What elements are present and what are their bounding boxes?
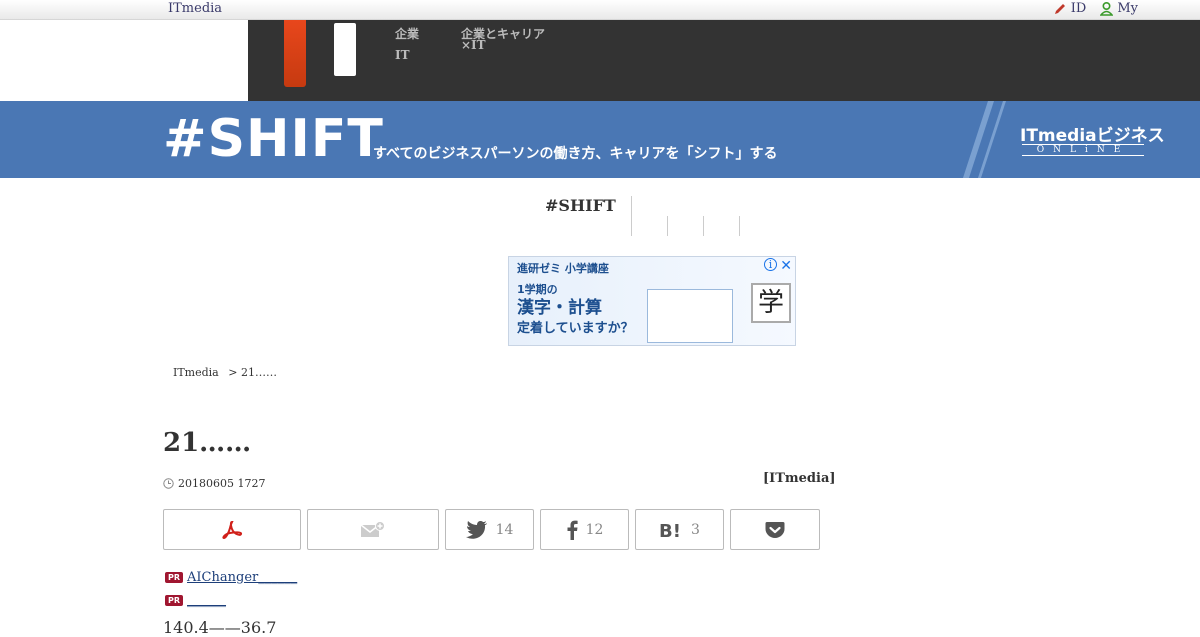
- online-label: ONLiNE: [1022, 144, 1144, 156]
- pr-badge: PR: [165, 572, 184, 583]
- my-link[interactable]: My: [1100, 1, 1138, 16]
- twitter-count: 14: [495, 521, 514, 538]
- article-author: [ITmedia]: [763, 471, 836, 486]
- header-logo-area: [0, 20, 248, 101]
- nav-enterprise-it[interactable]: 企業 IT: [395, 26, 419, 63]
- shift-logo: #SHIFT: [163, 109, 384, 169]
- mail-plus-icon: [360, 520, 385, 537]
- hatena-count: 3: [691, 521, 700, 538]
- ad-line-2: 漢字・計算: [517, 298, 602, 318]
- ad-close-icon[interactable]: ✕: [780, 258, 792, 274]
- pdf-button[interactable]: [163, 509, 301, 550]
- breadcrumb-home[interactable]: ITmedia: [173, 366, 219, 379]
- nav-career-it[interactable]: 企業とキャリア ×IT: [461, 26, 545, 53]
- facebook-icon: [567, 520, 578, 540]
- subnav-title[interactable]: #SHIFT: [545, 196, 616, 215]
- breadcrumb-current: 21……: [240, 366, 277, 379]
- subnav-divider: [667, 216, 668, 236]
- ad-header: 進研ゼミ 小学講座: [517, 262, 609, 275]
- user-icon: [1100, 1, 1114, 16]
- site-header: [248, 20, 1200, 101]
- shift-tagline: すべてのビジネスパーソンの働き方、キャリアを「シフト」する: [373, 146, 778, 162]
- my-label: My: [1117, 1, 1138, 16]
- ad-info-icon[interactable]: i: [764, 258, 777, 271]
- pr-link-text[interactable]: AIChanger______: [187, 570, 297, 585]
- pr-link[interactable]: PR AIChanger______: [165, 570, 297, 585]
- itmedia-business-logo: ITmediaビジネス: [1020, 126, 1165, 146]
- svg-text:B!: B!: [659, 521, 681, 539]
- ad-body: 1学期の 漢字・計算 定着していますか？: [517, 283, 634, 339]
- pr-badge: PR: [165, 595, 184, 606]
- article-title: 21……: [163, 428, 252, 458]
- ad-kanji-image: 学: [751, 283, 791, 323]
- pocket-icon: [765, 521, 785, 538]
- ad-line-3: 定着していますか？: [517, 321, 634, 336]
- date-text: 20180605 1727: [178, 477, 266, 490]
- article-body-first-line: 140.4——36.7: [163, 618, 277, 637]
- twitter-icon: [465, 520, 487, 539]
- shift-banner[interactable]: #SHIFT すべてのビジネスパーソンの働き方、キャリアを「シフト」する ITm…: [0, 101, 1200, 178]
- site-tab[interactable]: [334, 23, 356, 76]
- clock-icon: [163, 478, 174, 489]
- advertisement[interactable]: 進研ゼミ 小学講座 1学期の 漢字・計算 定着していますか？ 学 i ✕: [508, 256, 796, 346]
- subnav-divider: [739, 216, 740, 236]
- subnav-divider: [703, 216, 704, 236]
- pr-link-text[interactable]: ______: [187, 593, 226, 608]
- article-date: 20180605 1727: [163, 477, 265, 490]
- pocket-button[interactable]: [730, 509, 820, 550]
- itmedia-home-link[interactable]: ITmedia: [168, 1, 222, 16]
- pr-link[interactable]: PR ______: [165, 593, 226, 608]
- top-bar: ITmedia ID My: [0, 0, 1200, 20]
- site-tab-active[interactable]: [284, 20, 306, 87]
- facebook-share-button[interactable]: 12: [540, 509, 629, 550]
- ad-screenshot-image: [647, 289, 733, 343]
- ad-line-1: 1学期の: [517, 283, 558, 296]
- facebook-count: 12: [585, 521, 604, 538]
- hatena-bookmark-icon: B!: [659, 521, 681, 539]
- mail-bookmark-button[interactable]: [307, 509, 439, 550]
- pencil-icon: [1054, 3, 1065, 14]
- nav-enterprise-line1: 企業: [395, 27, 420, 41]
- twitter-share-button[interactable]: 14: [445, 509, 534, 550]
- hatena-bookmark-button[interactable]: B! 3: [635, 509, 724, 550]
- breadcrumb-separator: >: [228, 366, 238, 379]
- nav-enterprise-line2: IT: [395, 48, 410, 62]
- breadcrumb: ITmedia > 21……: [173, 366, 277, 379]
- id-link[interactable]: ID: [1053, 1, 1087, 16]
- subnav-divider: [631, 196, 632, 236]
- id-label: ID: [1070, 1, 1087, 16]
- account-links: ID My: [1053, 1, 1138, 16]
- pdf-icon: [222, 520, 243, 539]
